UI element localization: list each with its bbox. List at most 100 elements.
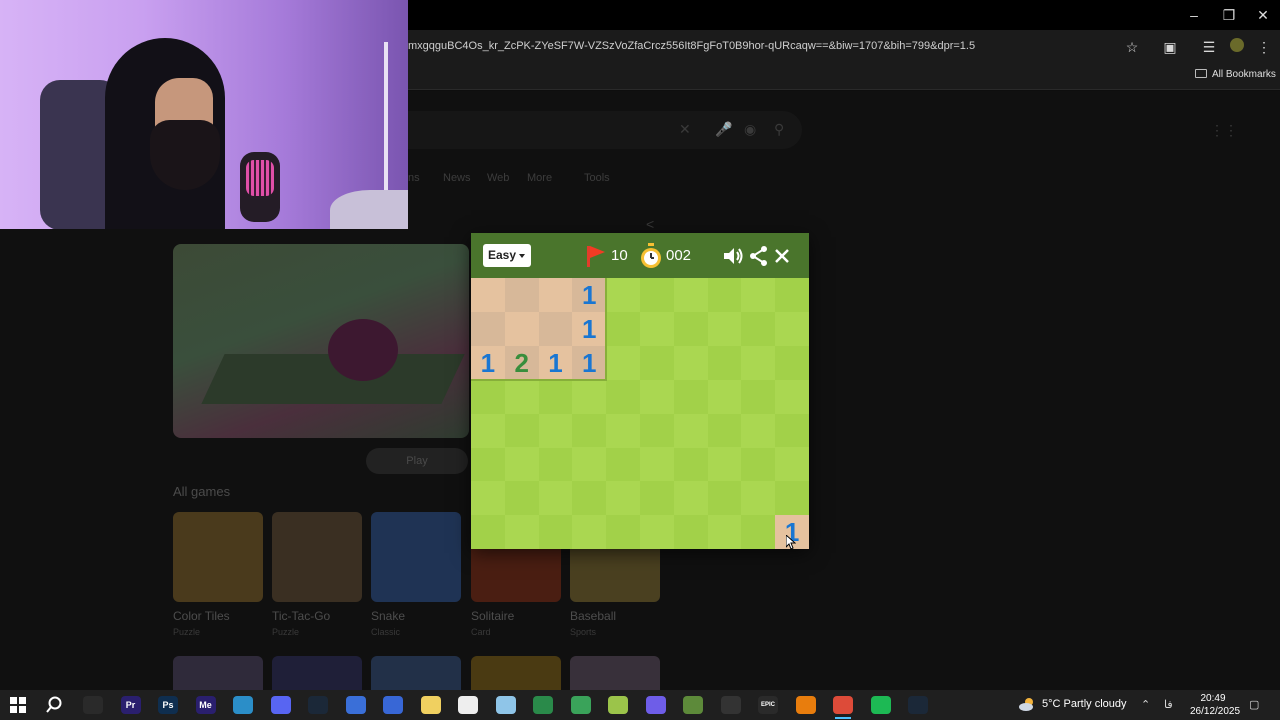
- taskbar-app-icon[interactable]: [495, 696, 516, 714]
- grass-cell[interactable]: [640, 413, 674, 448]
- revealed-cell[interactable]: [504, 278, 539, 312]
- grass-cell[interactable]: [640, 345, 674, 380]
- game-tile-thumbnail[interactable]: [471, 656, 561, 690]
- tab-news[interactable]: News: [443, 172, 471, 184]
- share-icon[interactable]: <: [646, 216, 654, 232]
- grass-cell[interactable]: [741, 345, 776, 380]
- taskbar-app-icon[interactable]: Pr: [120, 696, 141, 714]
- grass-cell[interactable]: [707, 481, 742, 516]
- revealed-cell[interactable]: 2: [504, 345, 539, 380]
- grass-cell[interactable]: [707, 413, 742, 448]
- grass-cell[interactable]: [606, 515, 640, 550]
- grass-cell[interactable]: [640, 379, 674, 414]
- chevron-up-icon[interactable]: ⌃: [1141, 698, 1150, 711]
- taskbar-app-icon[interactable]: [720, 696, 741, 714]
- game-tile-thumbnail[interactable]: [371, 512, 461, 602]
- taskbar-app-icon[interactable]: [270, 696, 291, 714]
- grass-cell[interactable]: [504, 413, 539, 448]
- minimize-icon[interactable]: –: [1184, 6, 1204, 24]
- url-text[interactable]: mxgqguBC4Os_kr_ZcPK-ZYeSF7W-VZSzVoZfaCrc…: [408, 40, 975, 52]
- taskbar-app-icon[interactable]: [533, 696, 553, 714]
- game-tile-name[interactable]: Baseball: [570, 609, 616, 623]
- grass-cell[interactable]: [504, 515, 539, 550]
- tab-images[interactable]: ns: [408, 172, 420, 184]
- grass-cell[interactable]: [673, 481, 708, 516]
- grass-cell[interactable]: [673, 447, 708, 482]
- grass-cell[interactable]: [606, 481, 640, 516]
- restore-icon[interactable]: ❐: [1219, 6, 1239, 24]
- taskbar-app-icon[interactable]: [383, 696, 403, 714]
- game-tile-name[interactable]: Solitaire: [471, 609, 514, 623]
- grass-cell[interactable]: [572, 379, 607, 414]
- grass-cell[interactable]: [640, 515, 674, 550]
- taskbar-app-icon[interactable]: EPIC: [758, 696, 778, 714]
- taskbar-app-icon[interactable]: [83, 696, 103, 714]
- revealed-cell[interactable]: [471, 278, 505, 312]
- grass-cell[interactable]: [673, 413, 708, 448]
- extensions-icon[interactable]: ▣: [1161, 38, 1179, 56]
- grass-cell[interactable]: [775, 379, 809, 414]
- grass-cell[interactable]: [606, 413, 640, 448]
- notification-icon[interactable]: ▢: [1249, 698, 1259, 711]
- revealed-cell[interactable]: [538, 278, 573, 312]
- profile-avatar-icon[interactable]: [1228, 38, 1246, 56]
- grass-cell[interactable]: [673, 278, 708, 312]
- taskbar-app-icon[interactable]: [833, 696, 853, 714]
- grass-cell[interactable]: [538, 515, 573, 550]
- tab-more[interactable]: More: [527, 172, 552, 184]
- difficulty-select[interactable]: Easy: [483, 244, 531, 267]
- taskbar-app-icon[interactable]: Me: [195, 696, 216, 714]
- share-icon[interactable]: [748, 245, 770, 267]
- grass-cell[interactable]: [741, 311, 776, 346]
- grass-cell[interactable]: [606, 278, 640, 312]
- grass-cell[interactable]: [504, 481, 539, 516]
- grass-cell[interactable]: [606, 379, 640, 414]
- game-tile-thumbnail[interactable]: [173, 512, 263, 602]
- tab-tools[interactable]: Tools: [584, 172, 610, 184]
- grass-cell[interactable]: [707, 447, 742, 482]
- grass-cell[interactable]: [640, 447, 674, 482]
- language-icon[interactable]: فا: [1164, 698, 1173, 711]
- sound-icon[interactable]: [722, 245, 744, 267]
- grass-cell[interactable]: [471, 379, 505, 414]
- voice-search-icon[interactable]: 🎤: [715, 121, 732, 138]
- revealed-cell[interactable]: 1: [572, 278, 607, 312]
- grass-cell[interactable]: [606, 345, 640, 380]
- google-apps-icon[interactable]: ⋮⋮: [1210, 122, 1238, 139]
- revealed-cell[interactable]: 1: [471, 345, 505, 380]
- taskbar-app-icon[interactable]: [645, 696, 666, 714]
- grass-cell[interactable]: [572, 481, 607, 516]
- taskbar-app-icon[interactable]: Ps: [158, 696, 178, 714]
- grass-cell[interactable]: [775, 413, 809, 448]
- grass-cell[interactable]: [775, 311, 809, 346]
- grass-cell[interactable]: [538, 481, 573, 516]
- windows-start-icon[interactable]: [10, 697, 26, 713]
- grass-cell[interactable]: [775, 447, 809, 482]
- grass-cell[interactable]: [504, 379, 539, 414]
- grass-cell[interactable]: [673, 345, 708, 380]
- grass-cell[interactable]: [741, 447, 776, 482]
- game-tile-thumbnail[interactable]: [570, 656, 660, 690]
- grass-cell[interactable]: [707, 345, 742, 380]
- grass-cell[interactable]: [673, 311, 708, 346]
- grass-cell[interactable]: [471, 515, 505, 550]
- grass-cell[interactable]: [775, 278, 809, 312]
- game-tile-name[interactable]: Tic-Tac-Go: [272, 609, 330, 623]
- grass-cell[interactable]: [538, 413, 573, 448]
- grass-cell[interactable]: [640, 481, 674, 516]
- taskbar-app-icon[interactable]: [908, 696, 928, 714]
- grass-cell[interactable]: [572, 447, 607, 482]
- grass-cell[interactable]: [673, 515, 708, 550]
- grass-cell[interactable]: [741, 413, 776, 448]
- search-icon[interactable]: ⚲: [774, 121, 784, 138]
- grass-cell[interactable]: [640, 278, 674, 312]
- game-tile-thumbnail[interactable]: [272, 512, 362, 602]
- grass-cell[interactable]: [471, 481, 505, 516]
- grass-cell[interactable]: [707, 515, 742, 550]
- taskbar-app-icon[interactable]: [233, 696, 253, 714]
- grass-cell[interactable]: [673, 379, 708, 414]
- grass-cell[interactable]: [707, 278, 742, 312]
- search-input[interactable]: [380, 111, 802, 149]
- search-icon[interactable]: [45, 696, 63, 714]
- grass-cell[interactable]: [606, 447, 640, 482]
